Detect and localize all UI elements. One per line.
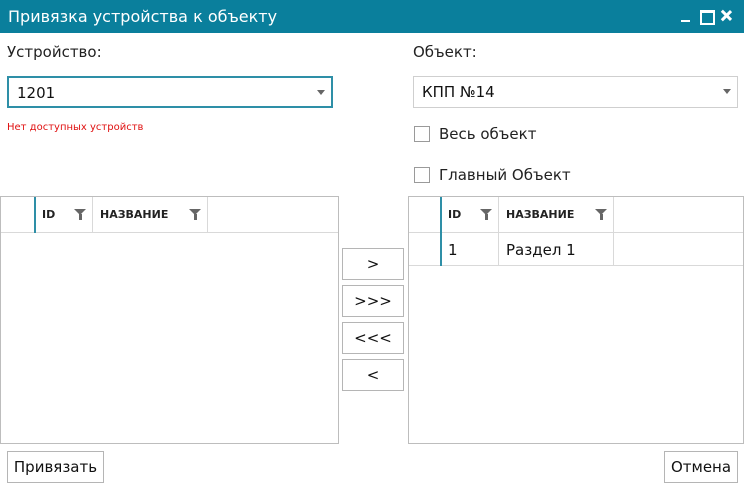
column-header-name-label: НАЗВАНИЕ (506, 208, 575, 221)
cell-name[interactable]: Раздел 1 (499, 233, 614, 266)
column-header-name[interactable]: НАЗВАНИЕ (93, 197, 208, 233)
bind-device-dialog: Привязка устройства к объекту Устройство… (0, 0, 744, 490)
filter-icon[interactable] (595, 209, 607, 220)
move-all-left-button[interactable]: <<< (342, 322, 404, 354)
move-all-right-button[interactable]: >>> (342, 285, 404, 317)
title-bar[interactable]: Привязка устройства к объекту (0, 0, 744, 33)
move-one-left-button[interactable]: < (342, 359, 404, 391)
available-grid-header: ID НАЗВАНИЕ (1, 197, 338, 233)
chevron-down-icon (723, 89, 731, 94)
minimize-icon[interactable] (678, 6, 694, 26)
device-select[interactable]: 1201 (7, 76, 333, 108)
row-selector-cell[interactable] (409, 233, 441, 266)
bind-button[interactable]: Привязать (7, 451, 104, 483)
column-header-id[interactable]: ID (441, 197, 499, 233)
table-row[interactable]: 1 Раздел 1 (409, 233, 743, 266)
object-select-value: КПП №14 (422, 83, 495, 101)
cell-id[interactable]: 1 (441, 233, 499, 266)
main-object-label: Главный Объект (439, 166, 571, 184)
row-selector-header (1, 197, 35, 233)
column-header-id-label: ID (42, 208, 56, 221)
bound-grid[interactable]: ID НАЗВАНИЕ 1 Раздел 1 (408, 196, 744, 444)
chevron-down-icon (317, 90, 325, 95)
object-label: Объект: (413, 43, 477, 61)
close-icon[interactable] (718, 6, 734, 26)
column-header-name[interactable]: НАЗВАНИЕ (499, 197, 614, 233)
filter-icon[interactable] (480, 209, 492, 220)
selection-indicator (440, 197, 442, 266)
available-grid[interactable]: ID НАЗВАНИЕ (0, 196, 339, 444)
cell-id-value: 1 (448, 241, 458, 259)
device-error-message: Нет доступных устройств (7, 122, 144, 133)
whole-object-label: Весь объект (439, 125, 537, 143)
column-header-id-label: ID (448, 208, 462, 221)
object-select[interactable]: КПП №14 (413, 76, 738, 108)
whole-object-checkbox[interactable] (414, 126, 430, 142)
filter-icon[interactable] (189, 209, 201, 220)
cancel-button[interactable]: Отмена (664, 451, 738, 483)
dialog-title: Привязка устройства к объекту (8, 7, 278, 26)
selection-indicator (34, 197, 36, 233)
main-object-checkbox[interactable] (414, 167, 430, 183)
column-header-name-label: НАЗВАНИЕ (100, 208, 169, 221)
bound-grid-header: ID НАЗВАНИЕ (409, 197, 743, 233)
maximize-icon[interactable] (698, 6, 715, 26)
filter-icon[interactable] (74, 209, 86, 220)
column-header-id[interactable]: ID (35, 197, 93, 233)
row-selector-header (409, 197, 441, 233)
cell-name-value: Раздел 1 (506, 241, 576, 259)
move-one-right-button[interactable]: > (342, 248, 404, 280)
device-label: Устройство: (7, 43, 102, 61)
device-select-value: 1201 (17, 84, 56, 102)
